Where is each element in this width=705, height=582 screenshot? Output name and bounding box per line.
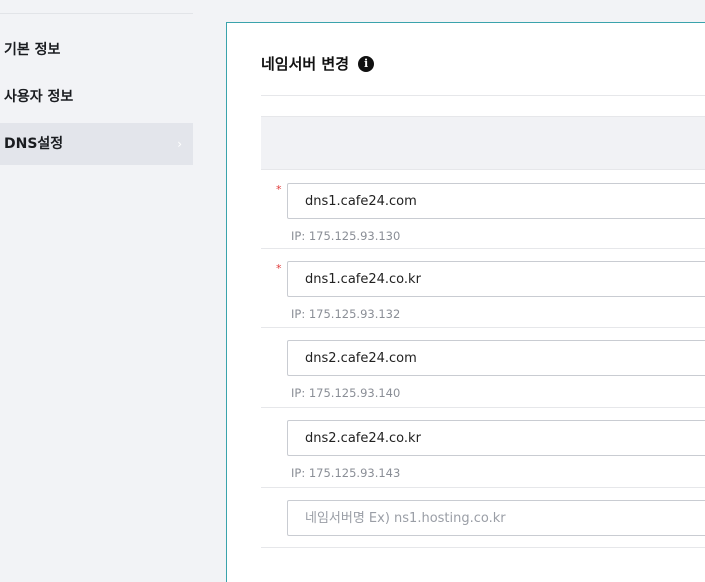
nameserver-row: IP: 175.125.93.140 [261, 328, 705, 408]
sidebar-item-label: 기본 정보 [4, 42, 61, 58]
sidebar-item-basic-info[interactable]: 기본 정보 [0, 29, 193, 71]
nameserver-row: * IP: 175.125.93.132 [261, 249, 705, 328]
nameserver-row [261, 488, 705, 548]
nameserver-row: * IP: 175.125.93.130 [261, 171, 705, 249]
table-header-band [261, 116, 705, 170]
nameserver-input-2[interactable] [287, 261, 705, 297]
nameserver-panel: 네임서버 변경 i * IP: 175.125.93.130 * IP: 175… [226, 22, 705, 582]
nameserver-row: IP: 175.125.93.143 [261, 408, 705, 488]
nameserver-ip: IP: 175.125.93.130 [291, 229, 401, 243]
nameserver-input-4[interactable] [287, 420, 705, 456]
page-title: 네임서버 변경 i [261, 53, 375, 74]
sidebar-item-label: 사용자 정보 [4, 89, 74, 105]
sidebar-item-user-info[interactable]: 사용자 정보 [0, 76, 193, 118]
nameserver-ip: IP: 175.125.93.132 [291, 307, 401, 321]
info-icon[interactable]: i [358, 55, 375, 72]
sidebar: 기본 정보 사용자 정보 DNS설정 › [0, 0, 211, 569]
chevron-right-icon: › [177, 137, 182, 151]
sidebar-item-label: DNS설정 [4, 136, 64, 152]
nameserver-input-5[interactable] [287, 500, 705, 536]
nameserver-ip: IP: 175.125.93.143 [291, 466, 401, 480]
nameserver-input-1[interactable] [287, 183, 705, 219]
title-divider [261, 95, 705, 96]
page-title-text: 네임서버 변경 [261, 55, 350, 73]
sidebar-divider [0, 13, 193, 14]
required-marker: * [276, 183, 282, 196]
sidebar-item-dns-settings[interactable]: DNS설정 › [0, 123, 193, 165]
nameserver-ip: IP: 175.125.93.140 [291, 386, 401, 400]
required-marker: * [276, 262, 282, 275]
nameserver-input-3[interactable] [287, 340, 705, 376]
